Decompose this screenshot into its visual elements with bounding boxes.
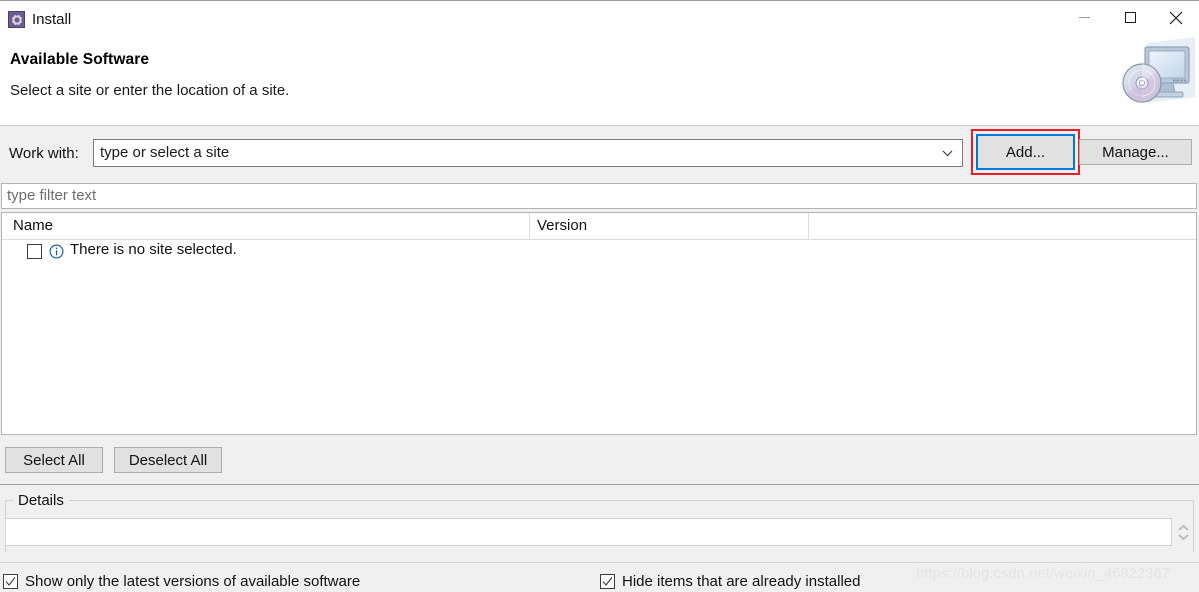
- option-hide-installed-label: Hide items that are already installed: [622, 573, 861, 590]
- watermark: https://blog.csdn.net/weixin_46822367: [916, 566, 1171, 582]
- computer-disc-icon: [1122, 37, 1195, 103]
- option-latest-versions[interactable]: Show only the latest versions of availab…: [3, 573, 360, 590]
- install-gear-icon: [8, 11, 25, 28]
- close-icon[interactable]: [1153, 1, 1199, 34]
- deselect-all-button[interactable]: Deselect All: [114, 447, 222, 473]
- add-button[interactable]: Add...: [976, 134, 1075, 170]
- page-subtitle: Select a site or enter the location of a…: [10, 82, 290, 99]
- select-all-button[interactable]: Select All: [5, 447, 103, 473]
- bottom-divider: [0, 562, 1199, 563]
- filter-input[interactable]: type filter text: [1, 183, 1197, 209]
- info-icon: [49, 244, 64, 259]
- option-hide-installed-checkbox[interactable]: [600, 574, 615, 589]
- option-latest-versions-label: Show only the latest versions of availab…: [25, 573, 361, 590]
- work-with-label: Work with:: [9, 145, 79, 162]
- row-name-cell: There is no site selected.: [70, 241, 237, 258]
- filter-placeholder: type filter text: [7, 187, 97, 204]
- option-hide-installed[interactable]: Hide items that are already installed: [600, 573, 860, 590]
- manage-button[interactable]: Manage...: [1079, 139, 1192, 165]
- option-latest-versions-checkbox[interactable]: [3, 574, 18, 589]
- title-bar: Install: [0, 0, 1199, 38]
- wizard-header: Available Software Select a site or ente…: [0, 37, 1199, 126]
- scroll-up-down-icon[interactable]: [1176, 518, 1190, 546]
- software-table[interactable]: Name Version There is no site selected.: [1, 212, 1197, 435]
- work-with-value: type or select a site: [100, 144, 230, 161]
- dialog-body: Work with: type or select a site type fi…: [0, 126, 1199, 592]
- column-header-version[interactable]: Version: [537, 217, 587, 234]
- work-with-combo[interactable]: type or select a site: [93, 139, 963, 167]
- install-dialog: Install Available Software Select a site…: [0, 0, 1199, 592]
- window-title: Install: [32, 11, 72, 28]
- page-title: Available Software: [10, 51, 150, 68]
- details-legend: Details: [13, 492, 69, 509]
- window-controls: [1061, 1, 1199, 34]
- divider: [0, 484, 1199, 485]
- chevron-down-icon[interactable]: [938, 140, 956, 166]
- details-field[interactable]: [5, 518, 1172, 546]
- maximize-icon[interactable]: [1107, 1, 1153, 34]
- column-divider-2[interactable]: [808, 213, 809, 240]
- column-header-name[interactable]: Name: [13, 217, 53, 234]
- row-checkbox[interactable]: [27, 244, 42, 259]
- minimize-icon[interactable]: [1061, 1, 1107, 34]
- column-divider-1[interactable]: [529, 213, 530, 240]
- table-header: Name Version: [2, 213, 1196, 240]
